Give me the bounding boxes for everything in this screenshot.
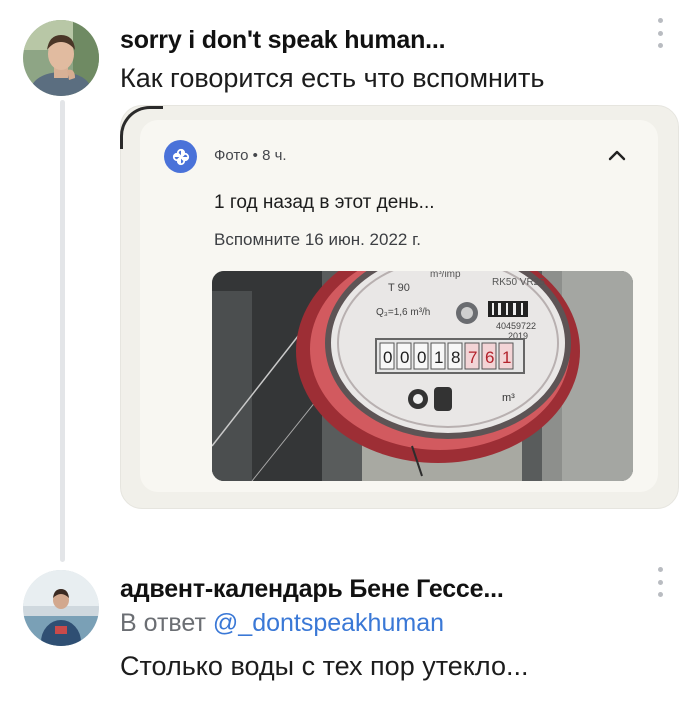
meter-unit: m³ — [502, 392, 515, 404]
meter-digit: 0 — [383, 348, 392, 367]
notification-subtitle: Вспомните 16 июн. 2022 г. — [214, 230, 421, 249]
avatar[interactable] — [23, 20, 99, 96]
avatar[interactable] — [23, 570, 99, 646]
meter-imp: m³/imp — [430, 271, 461, 280]
chevron-up-icon — [604, 143, 630, 169]
reply-handle-link[interactable]: @_dontspeakhuman — [213, 609, 444, 637]
meter-flow: Q₃=1,6 m³/h — [376, 307, 430, 318]
kebab-icon[interactable] — [656, 567, 664, 597]
post-text: Как говорится есть что вспомнить — [120, 63, 545, 93]
meter-digit: 6 — [485, 348, 494, 367]
meter-model: RK50 VR25 — [492, 277, 545, 288]
reply-prefix: В ответ — [120, 609, 206, 637]
author-name[interactable]: sorry i don't speak human... — [120, 26, 446, 55]
notification-title: 1 год назад в этот день... — [214, 192, 435, 213]
app-name: Фото — [214, 147, 249, 164]
reply-to: В ответ @_dontspeakhuman — [120, 609, 444, 638]
meter-digit: 0 — [417, 348, 426, 367]
meter-digit: 0 — [400, 348, 409, 367]
notification-time: 8 ч. — [262, 147, 287, 164]
meter-serial: 40459722 — [496, 321, 536, 331]
kebab-icon[interactable] — [656, 18, 664, 48]
meter-digit: 7 — [468, 348, 477, 367]
meter-digit: 1 — [434, 348, 443, 367]
post-text: Столько воды с тех пор утекло... — [120, 651, 529, 681]
water-meter-photo: m³/imp RK50 VR25 T 90 Q₃=1,6 m³/h 404597… — [212, 271, 633, 481]
meter-temp: T 90 — [388, 282, 410, 294]
notification-meta: Фото • 8 ч. — [214, 147, 287, 164]
meter-digit: 8 — [451, 348, 460, 367]
pinwheel-icon — [164, 140, 197, 173]
meter-digit: 1 — [502, 348, 511, 367]
thread-line — [60, 100, 65, 562]
meta-separator: • — [252, 147, 258, 164]
author-name[interactable]: адвент-календарь Бене Гессе... — [120, 575, 504, 604]
